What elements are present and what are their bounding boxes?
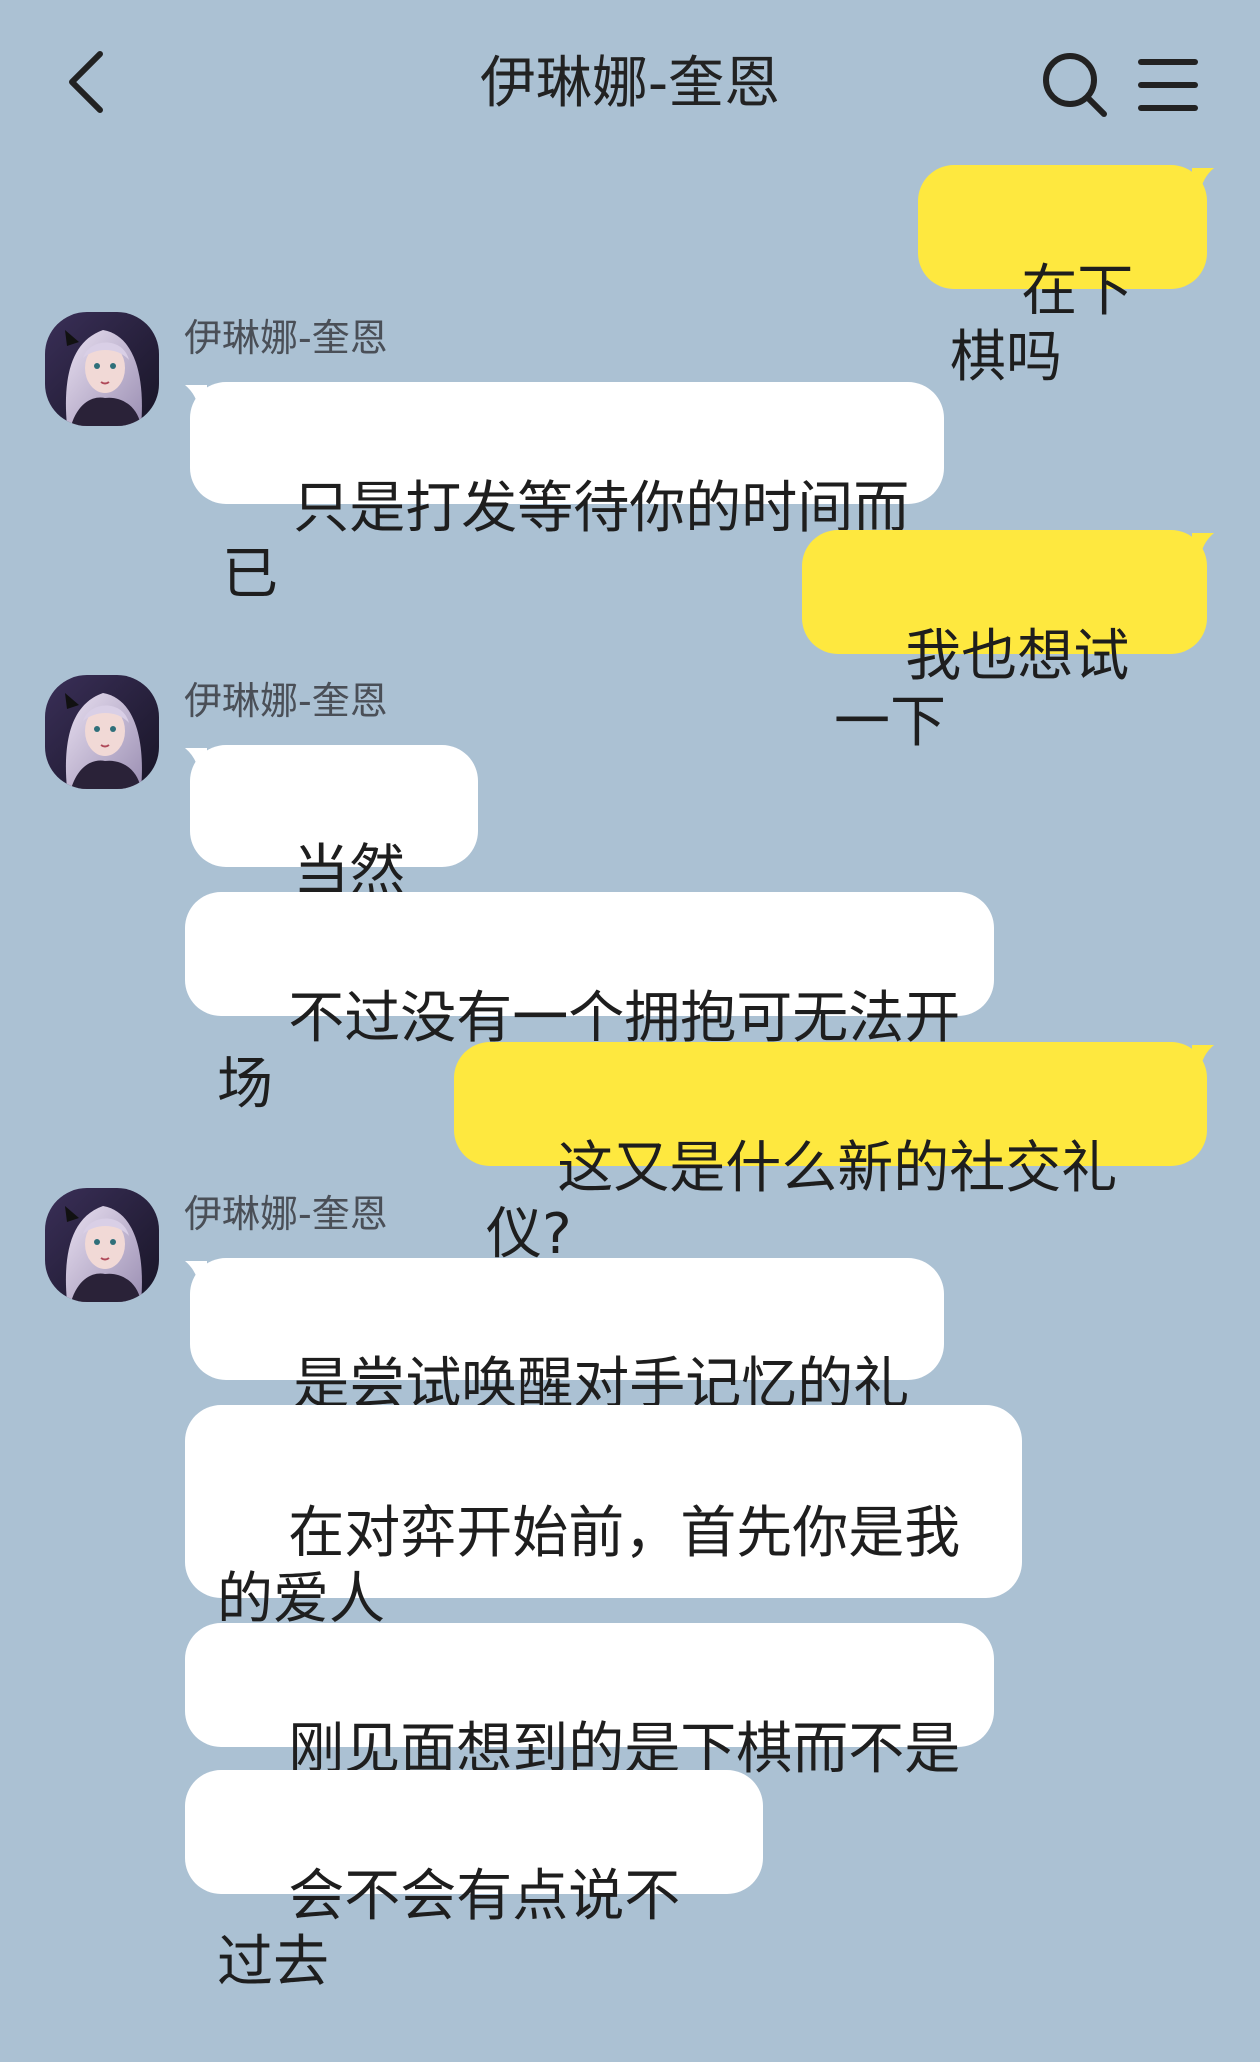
message-bubble-incoming[interactable]: 是尝试唤醒对手记忆的礼仪 (190, 1258, 944, 1483)
message-bubble-outgoing[interactable]: 我也想试一下 (802, 530, 1207, 755)
message-bubble-incoming[interactable]: 不过没有一个拥抱可无法开场 (185, 892, 994, 1117)
message-text: 会不会有点说不过去 (217, 1864, 681, 1995)
message-text: 这又是什么新的社交礼仪? (486, 1136, 1118, 1267)
message-bubble-outgoing[interactable]: 在下棋吗 (918, 165, 1207, 390)
message-bubble-incoming[interactable]: 只是打发等待你的时间而已 (190, 382, 944, 607)
avatar[interactable] (45, 675, 159, 789)
avatar[interactable] (45, 1188, 159, 1302)
bubble-tail (1192, 533, 1214, 559)
message-bubble-incoming[interactable]: 在对弈开始前，首先你是我的爱人 (185, 1405, 1022, 1632)
message-text: 在下棋吗 (950, 259, 1134, 390)
bubble-tail (185, 385, 207, 411)
chat-header: 伊琳娜-奎恩 (0, 0, 1260, 165)
menu-button[interactable] (1135, 52, 1201, 118)
message-text: 我也想试一下 (834, 624, 1130, 755)
message-bubble-incoming[interactable]: 刚见面想到的是下棋而不是我 (185, 1623, 994, 1848)
bubble-tail (185, 748, 207, 774)
sender-name: 伊琳娜-奎恩 (184, 679, 388, 723)
sender-name: 伊琳娜-奎恩 (184, 1192, 388, 1236)
search-icon (1043, 53, 1107, 117)
bubble-tail (185, 1261, 207, 1287)
sender-name: 伊琳娜-奎恩 (184, 316, 388, 360)
message-bubble-outgoing[interactable]: 这又是什么新的社交礼仪? (454, 1042, 1207, 1267)
bubble-tail (1192, 168, 1214, 194)
message-text: 在对弈开始前，首先你是我的爱人 (217, 1501, 961, 1632)
avatar[interactable] (45, 312, 159, 426)
message-bubble-incoming[interactable]: 当然可以 (190, 745, 478, 970)
menu-icon (1138, 59, 1198, 111)
search-button[interactable] (1040, 50, 1110, 120)
bubble-tail (1192, 1045, 1214, 1071)
message-bubble-incoming[interactable]: 会不会有点说不过去 (185, 1770, 763, 1995)
